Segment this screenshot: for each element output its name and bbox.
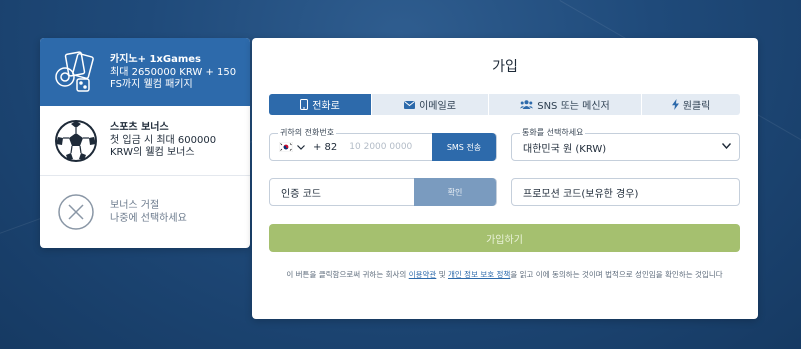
phone-field: 귀하의 전화번호 + 82 10 2000 0000 SMS 전송 — [269, 127, 497, 161]
registration-card: 가입 전화로 이메일로 SNS 또는 메신저 원클릭 귀하의 전화번호 + 82… — [252, 38, 758, 319]
promo-code-field[interactable]: 프로모션 코드(보유한 경우) — [511, 178, 740, 206]
users-icon — [520, 100, 534, 109]
decline-bonus-title: 보너스 거절 — [110, 199, 160, 211]
close-circle-icon — [48, 184, 104, 240]
sports-bonus-option[interactable]: 스포츠 보너스 첫 입금 시 최대 600000 KRW의 웰컴 보너스 — [40, 106, 250, 176]
sports-bonus-title: 스포츠 보너스 — [110, 122, 169, 133]
tab-email[interactable]: 이메일로 — [372, 94, 489, 115]
soccer-ball-icon — [48, 113, 104, 169]
tab-phone[interactable]: 전화로 — [269, 94, 372, 115]
bonus-sidebar: 카지노+ 1xGames 최대 2650000 KRW + 150 FS까지 웰… — [40, 38, 250, 248]
phone-icon — [300, 99, 309, 110]
register-button[interactable]: 가입하기 — [269, 224, 740, 252]
tab-social-label: SNS 또는 메신저 — [537, 101, 610, 112]
phone-field-label: 귀하의 전화번호 — [278, 127, 337, 138]
chevron-down-icon[interactable] — [297, 144, 305, 150]
decline-bonus-option[interactable]: 보너스 거절 나중에 선택하세요 — [40, 176, 250, 248]
currency-field-label: 통화를 선택하세요 — [520, 127, 586, 138]
casino-bonus-title: 카지노+ 1xGames — [110, 53, 201, 65]
privacy-policy-link[interactable]: 개인 정보 보호 정책 — [448, 270, 510, 279]
casino-bonus-description: 최대 2650000 KRW + 150 FS까지 웰컴 패키지 — [110, 66, 237, 90]
terms-suffix: 을 읽고 이에 동의하는 것이며 법적으로 성인임을 확인하는 것입니다 — [510, 270, 723, 279]
tab-email-label: 이메일로 — [419, 101, 456, 112]
korea-flag-icon[interactable] — [279, 142, 293, 152]
decline-bonus-description: 나중에 선택하세요 — [110, 212, 187, 224]
envelope-icon — [404, 100, 416, 109]
casino-chips-icon — [48, 44, 104, 100]
terms-middle: 및 — [436, 270, 448, 279]
tab-phone-label: 전화로 — [312, 101, 340, 112]
terms-prefix: 이 버튼을 클릭함으로써 귀하는 회사의 — [286, 270, 409, 279]
lightning-icon — [671, 99, 679, 110]
country-code: + 82 — [313, 141, 338, 153]
terms-notice: 이 버튼을 클릭함으로써 귀하는 회사의 이용약관 및 개인 정보 보호 정책을… — [269, 269, 740, 281]
tab-social[interactable]: SNS 또는 메신저 — [489, 94, 642, 115]
casino-bonus-option[interactable]: 카지노+ 1xGames 최대 2650000 KRW + 150 FS까지 웰… — [40, 38, 250, 106]
registration-method-tabs: 전화로 이메일로 SNS 또는 메신저 원클릭 — [269, 94, 740, 115]
confirm-button[interactable]: 확인 — [414, 178, 496, 206]
currency-value: 대한민국 원 (KRW) — [523, 143, 607, 155]
tab-one-click-label: 원클릭 — [682, 101, 711, 112]
tab-one-click[interactable]: 원클릭 — [642, 94, 740, 115]
terms-of-use-link[interactable]: 이용약관 — [409, 270, 437, 279]
verification-code-input[interactable]: 인증 코드 — [281, 185, 321, 200]
send-sms-button[interactable]: SMS 전송 — [432, 133, 496, 161]
verification-code-field: 인증 코드 확인 — [269, 178, 497, 206]
promo-code-input[interactable]: 프로모션 코드(보유한 경우) — [523, 185, 638, 200]
chevron-down-icon — [722, 143, 731, 149]
phone-number-input[interactable]: 10 2000 0000 — [349, 142, 412, 152]
currency-select[interactable]: 통화를 선택하세요 대한민국 원 (KRW) — [511, 127, 740, 161]
page-title: 가입 — [492, 59, 518, 75]
sports-bonus-description: 첫 입금 시 최대 600000 KRW의 웰컴 보너스 — [110, 135, 217, 158]
